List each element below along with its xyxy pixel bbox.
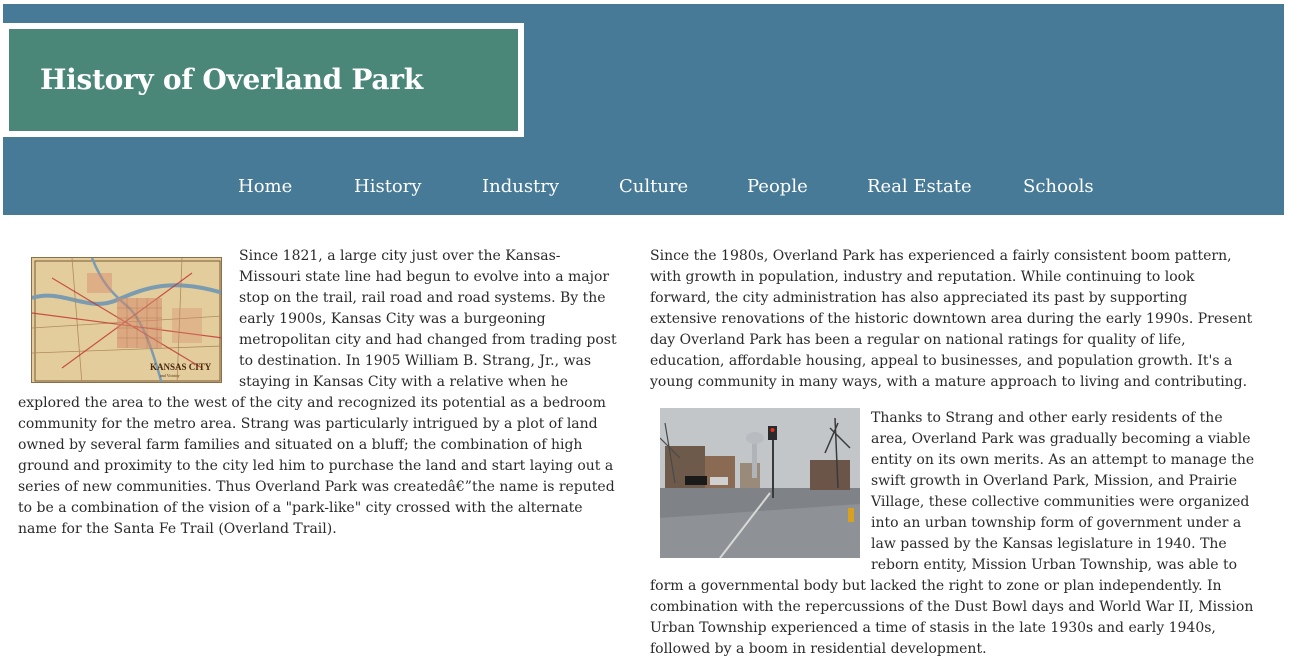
street-illustration [660,408,860,558]
title-banner: History of Overland Park [3,23,524,137]
street-photo-image [660,408,860,558]
main-nav: Home History Industry Culture People Rea… [3,176,1284,200]
nav-culture-link[interactable]: Culture [619,176,688,197]
nav-history-link[interactable]: History [354,176,422,197]
nav-people-link[interactable]: People [747,176,808,197]
map-illustration: KANSAS CITY and Vicinity [32,258,221,382]
nav-real-estate-link[interactable]: Real Estate [867,176,972,197]
left-column: KANSAS CITY and Vicinity Since 1821, a l… [18,246,620,540]
kansas-city-map-image: KANSAS CITY and Vicinity [31,257,222,383]
nav-schools-link[interactable]: Schools [1023,176,1094,197]
right-paragraph-1: Since the 1980s, Overland Park has exper… [650,248,1253,390]
site-header: History of Overland Park Home History In… [3,4,1284,215]
map-sublabel: and Vicinity [160,373,180,378]
right-paragraph-2-container: Thanks to Strang and other early residen… [650,408,1255,660]
right-column: Since the 1980s, Overland Park has exper… [650,246,1255,660]
page-title: History of Overland Park [40,63,423,96]
map-label: KANSAS CITY [150,362,212,372]
nav-home-link[interactable]: Home [238,176,292,197]
nav-industry-link[interactable]: Industry [482,176,559,197]
